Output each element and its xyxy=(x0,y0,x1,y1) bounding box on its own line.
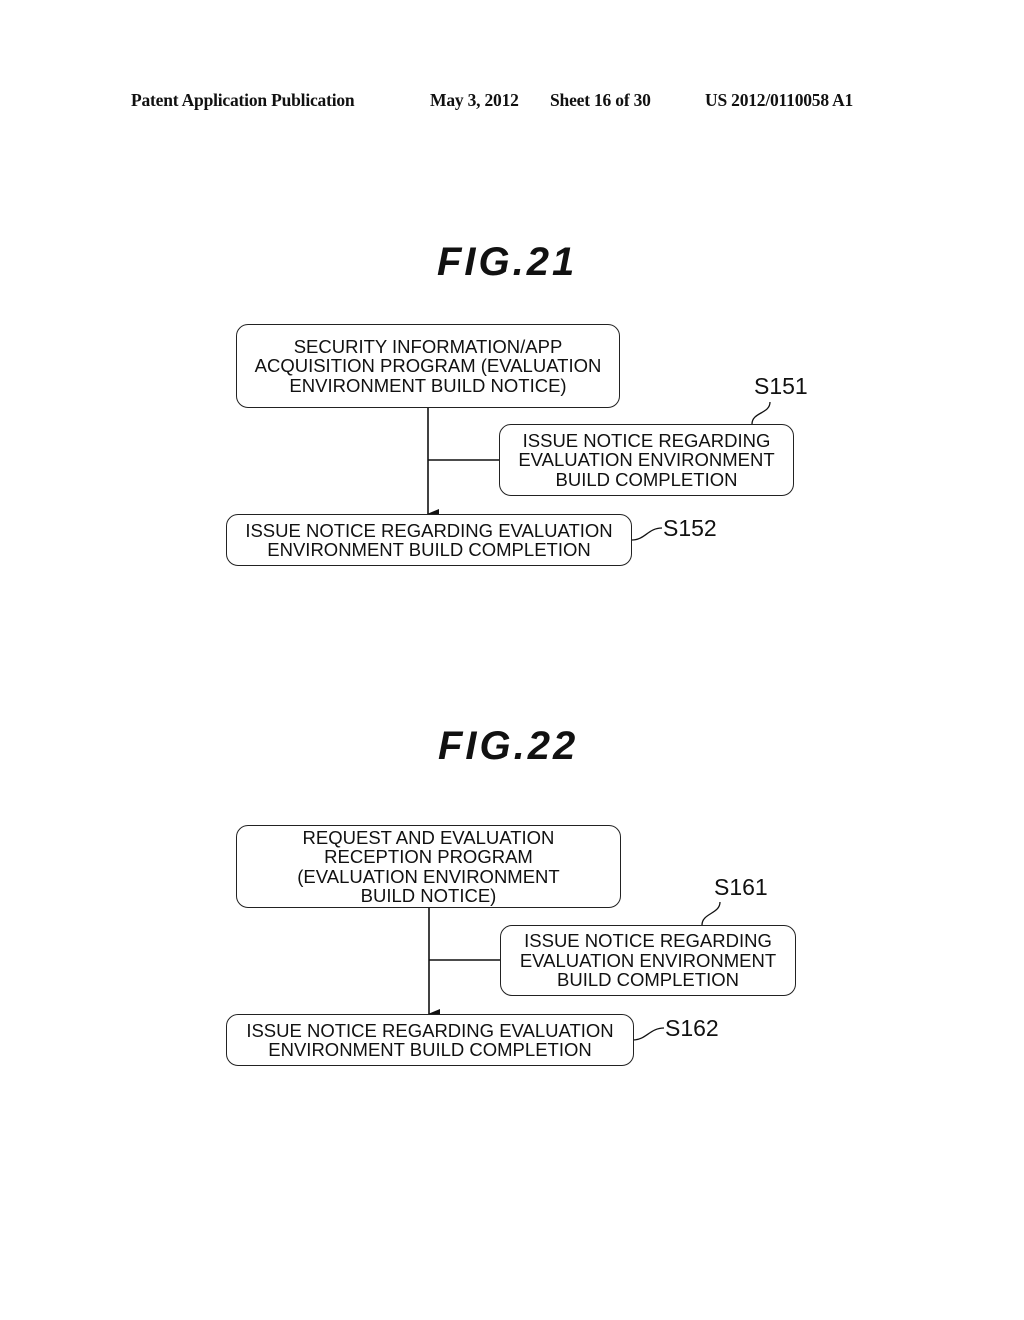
step-box-s152: ISSUE NOTICE REGARDING EVALUATION ENVIRO… xyxy=(226,514,632,566)
step-box-text: ISSUE NOTICE REGARDING EVALUATION ENVIRO… xyxy=(518,429,775,490)
flowchart-connectors xyxy=(427,401,771,1041)
step-box-text: ISSUE NOTICE REGARDING EVALUATION ENVIRO… xyxy=(246,1019,614,1060)
fig21-s151-leader xyxy=(751,401,771,425)
step-box-s151: ISSUE NOTICE REGARDING EVALUATION ENVIRO… xyxy=(499,424,794,496)
program-box: REQUEST AND EVALUATION RECEPTION PROGRAM… xyxy=(236,825,621,908)
step-label: S151 xyxy=(754,373,808,399)
step-box-s161: ISSUE NOTICE REGARDING EVALUATION ENVIRO… xyxy=(500,925,796,996)
fig21-s152-leader xyxy=(631,527,663,541)
fig22-s161-leader xyxy=(701,901,721,926)
step-label: S152 xyxy=(663,515,717,541)
step-label: S162 xyxy=(665,1015,719,1041)
program-box: SECURITY INFORMATION/APP ACQUISITION PRO… xyxy=(236,324,620,408)
program-box-text: SECURITY INFORMATION/APP ACQUISITION PRO… xyxy=(254,335,602,396)
step-box-text: ISSUE NOTICE REGARDING EVALUATION ENVIRO… xyxy=(245,519,613,560)
step-box-s162: ISSUE NOTICE REGARDING EVALUATION ENVIRO… xyxy=(226,1014,634,1066)
fig22-s162-leader xyxy=(632,1027,665,1041)
step-box-text: ISSUE NOTICE REGARDING EVALUATION ENVIRO… xyxy=(519,930,777,991)
figure-title: FIG.21 xyxy=(437,240,578,284)
program-box-text: REQUEST AND EVALUATION RECEPTION PROGRAM… xyxy=(297,826,560,906)
step-label: S161 xyxy=(714,874,768,900)
figure-title: FIG.22 xyxy=(438,724,579,768)
